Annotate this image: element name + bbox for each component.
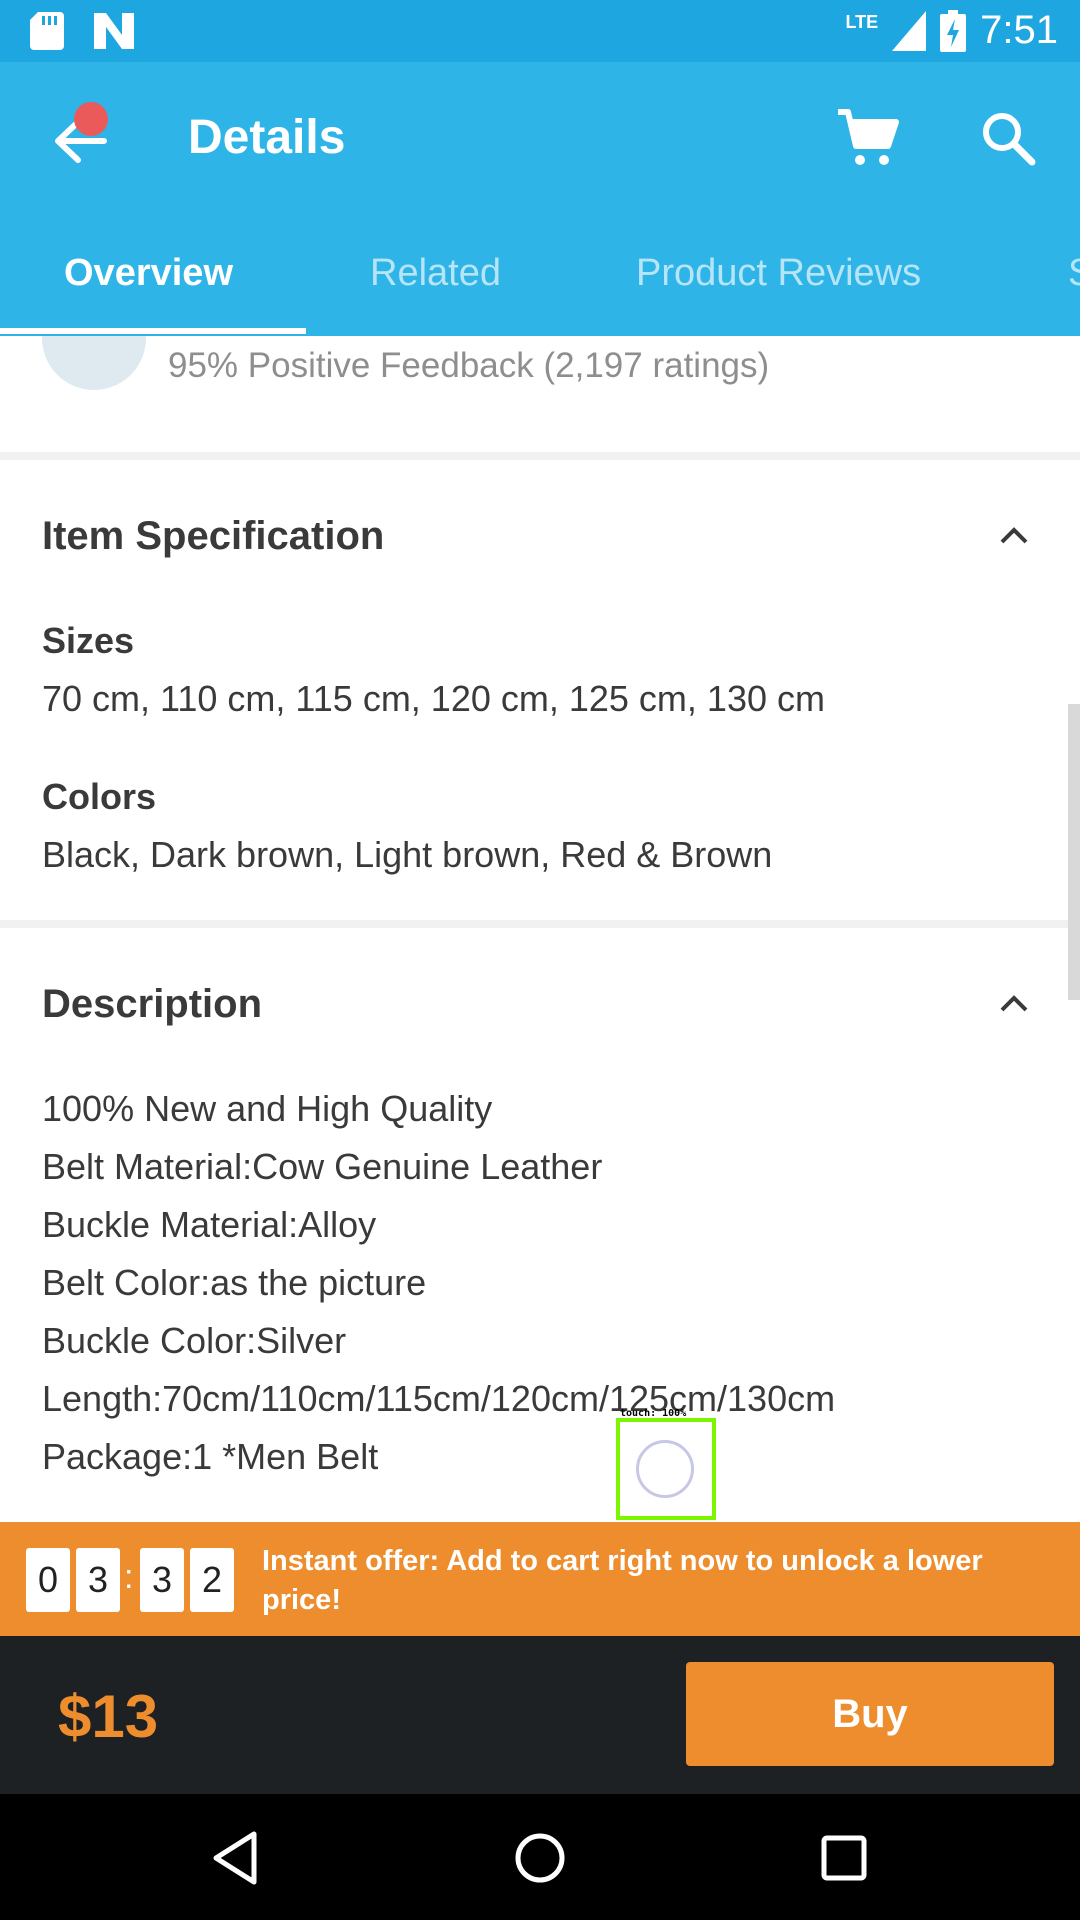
nav-back-icon[interactable] xyxy=(206,1828,266,1888)
status-bar: LTE 7:51 xyxy=(0,0,1080,62)
description-line: Package:1 *Men Belt xyxy=(42,1436,379,1477)
search-icon[interactable] xyxy=(978,108,1038,168)
tab-overview[interactable]: Overview xyxy=(64,252,233,295)
n-logo-icon xyxy=(94,13,134,49)
page-title: Details xyxy=(188,111,346,164)
timer-digit: 3 xyxy=(76,1548,120,1612)
tab-bar: Overview Related Product Reviews S xyxy=(0,252,1080,336)
description-line: Buckle Material:Alloy xyxy=(42,1204,377,1245)
network-type: LTE xyxy=(845,12,879,32)
description-line: 100% New and High Quality xyxy=(42,1088,493,1129)
description-line: Belt Material:Cow Genuine Leather xyxy=(42,1146,603,1187)
tab-indicator xyxy=(0,328,306,334)
spec-heading: Item Specification xyxy=(42,514,385,558)
buy-button[interactable]: Buy xyxy=(686,1662,1054,1766)
instant-offer-banner[interactable]: 0 3 : 3 2 Instant offer: Add to cart rig… xyxy=(0,1522,1080,1636)
touch-indicator-circle xyxy=(636,1440,694,1498)
sizes-label: Sizes xyxy=(42,620,135,661)
timer-digit: 2 xyxy=(190,1548,234,1612)
seller-feedback: 95% Positive Feedback (2,197 ratings) xyxy=(168,346,770,385)
cart-icon[interactable] xyxy=(836,106,900,170)
nav-home-icon[interactable] xyxy=(510,1828,570,1888)
purchase-bar: $13 Buy xyxy=(0,1636,1080,1794)
tab-more[interactable]: S xyxy=(1068,252,1080,295)
chevron-up-icon[interactable] xyxy=(994,516,1034,556)
app-bar: Details Overview Related Product Reviews… xyxy=(0,62,1080,336)
tab-related[interactable]: Related xyxy=(370,252,501,295)
description-line: Buckle Color:Silver xyxy=(42,1320,347,1361)
timer-digit: 0 xyxy=(26,1548,70,1612)
price: $13 xyxy=(58,1683,159,1750)
sizes-value: 70 cm, 110 cm, 115 cm, 120 cm, 125 cm, 1… xyxy=(42,678,825,719)
seller-avatar xyxy=(42,336,146,390)
battery-charging-icon xyxy=(940,9,967,52)
description-line: Length:70cm/110cm/115cm/120cm/125cm/130c… xyxy=(42,1378,836,1419)
colors-label: Colors xyxy=(42,776,157,817)
offer-text: Instant offer: Add to cart right now to … xyxy=(262,1545,983,1616)
system-nav-bar xyxy=(0,1794,1080,1920)
clock: 7:51 xyxy=(980,8,1058,52)
timer-separator: : xyxy=(124,1558,134,1596)
nav-recents-icon[interactable] xyxy=(814,1828,874,1888)
divider xyxy=(0,452,1080,460)
content-area[interactable]: 95% Positive Feedback (2,197 ratings) It… xyxy=(0,336,1080,1522)
timer-digit: 3 xyxy=(140,1548,184,1612)
colors-value: Black, Dark brown, Light brown, Red & Br… xyxy=(42,834,773,875)
chevron-up-icon[interactable] xyxy=(994,984,1034,1024)
tab-product-reviews[interactable]: Product Reviews xyxy=(636,252,921,295)
description-line: Belt Color:as the picture xyxy=(42,1262,427,1303)
sd-card-icon xyxy=(30,12,64,50)
scrollbar[interactable] xyxy=(1068,704,1080,1000)
divider xyxy=(0,920,1080,928)
signal-icon xyxy=(892,10,927,51)
description-heading: Description xyxy=(42,982,263,1026)
notification-dot xyxy=(74,102,108,136)
